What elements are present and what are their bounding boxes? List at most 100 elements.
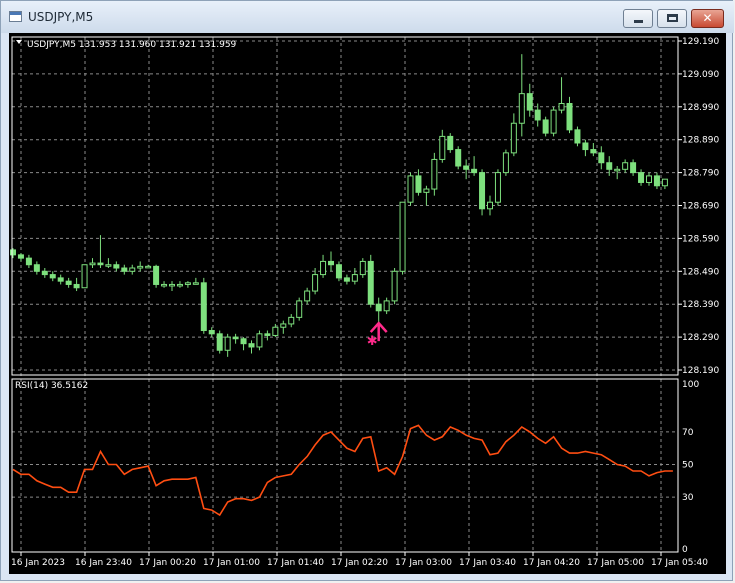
- signal-group: ✱: [367, 321, 388, 349]
- candle-body-bear: [653, 175, 660, 187]
- candle-body-bull: [280, 323, 287, 328]
- price-tick-label: 128.490: [682, 267, 719, 277]
- candle-body-bear: [638, 172, 645, 183]
- candle-body-bull: [256, 333, 263, 348]
- candle-body-bull: [423, 188, 430, 193]
- rsi-panel-info: RSI(14) 36.5162: [15, 381, 88, 391]
- signal-star-icon: ✱: [367, 334, 378, 349]
- candle-body-bull: [184, 282, 191, 285]
- candle-body-bear: [343, 277, 350, 282]
- candle-body-bear: [590, 149, 597, 154]
- candle-body-bull: [510, 122, 517, 154]
- candle-body-bear: [582, 142, 589, 151]
- candle-body-bear: [335, 264, 342, 279]
- time-tick-label: 17 Jan 01:40: [267, 558, 324, 568]
- candle-body-bear: [264, 333, 271, 336]
- candle-body-bear: [10, 249, 16, 256]
- rsi-line: [12, 424, 673, 517]
- candle-body-bull: [296, 300, 303, 318]
- rsi-tick-label: 0: [682, 545, 688, 555]
- candle-body-bear: [574, 129, 581, 144]
- candle-body-bear: [41, 270, 48, 276]
- candle-body-bull: [550, 109, 557, 134]
- time-tick-label: 17 Jan 02:20: [331, 558, 388, 568]
- candle-body-bear: [216, 333, 223, 351]
- candle-body-bear: [73, 283, 80, 289]
- grid-lines: [12, 37, 678, 552]
- price-tick-label: 129.090: [682, 70, 719, 80]
- candle-body-bear: [121, 267, 128, 272]
- candle-body-bull: [502, 152, 509, 174]
- price-tick-label: 128.290: [682, 333, 719, 343]
- minimize-button[interactable]: [623, 9, 653, 28]
- candle-body-bear: [542, 119, 549, 134]
- rsi-panel-frame: [11, 378, 679, 553]
- candle-body-bear: [447, 135, 454, 151]
- candle-body-bull: [137, 265, 144, 269]
- price-tick-label: 128.390: [682, 300, 719, 310]
- candle-body-bear: [566, 103, 573, 131]
- candle-body-bear: [208, 330, 215, 335]
- candle-body-bear: [455, 149, 462, 167]
- candle-body-bear: [598, 152, 605, 164]
- candle-body-bear: [375, 303, 382, 312]
- candle-body-bear: [630, 162, 637, 174]
- candle-body-bear: [17, 254, 24, 259]
- candle-body-bull: [439, 135, 446, 160]
- candle-body-bear: [49, 274, 56, 279]
- close-button[interactable]: ✕: [691, 9, 724, 28]
- rsi-group: [12, 424, 673, 517]
- price-tick-label: 128.590: [682, 234, 719, 244]
- candle-body-bull: [272, 326, 279, 336]
- candle-body-bull: [105, 264, 112, 267]
- candle-body-bull: [320, 260, 327, 276]
- price-tick-label: 128.690: [682, 202, 719, 212]
- price-panel-info: USDJPY,M5 131.953 131.960 131.921 131.95…: [27, 40, 237, 50]
- candle-body-bull: [558, 103, 565, 111]
- close-icon: ✕: [702, 11, 713, 25]
- candle-body-bear: [526, 93, 533, 111]
- candle-body-bull: [192, 282, 199, 285]
- candle-body-bear: [153, 265, 160, 285]
- panel-frames: [11, 36, 679, 553]
- rsi-tick-label: 100: [682, 380, 699, 390]
- maximize-button[interactable]: [657, 9, 687, 28]
- title-bar[interactable]: USDJPY,M5 ✕: [1, 1, 734, 33]
- time-tick-label: 17 Jan 00:20: [139, 558, 196, 568]
- candle-body-bear: [479, 172, 486, 210]
- candle-body-bear: [471, 168, 478, 174]
- candle-body-bull: [431, 158, 438, 190]
- time-tick-label: 17 Jan 03:00: [395, 558, 452, 568]
- price-tick-label: 128.990: [682, 103, 719, 113]
- time-tick-label: 17 Jan 05:40: [651, 558, 708, 568]
- candle-body-bull: [161, 283, 168, 287]
- candle-body-bull: [518, 93, 525, 124]
- chart-window: USDJPY,M5 ✕ ✱ 129.190 129.090 128.990 128.8…: [0, 0, 734, 581]
- chart-svg[interactable]: ✱ 129.190 129.090 128.990 128.890 128.790 128…: [9, 33, 726, 574]
- candle-body-bull: [288, 316, 295, 325]
- candle-body-bull: [494, 172, 501, 203]
- price-tick-label: 128.790: [682, 169, 719, 179]
- candle-body-bull: [81, 264, 88, 289]
- price-tick-label: 128.190: [682, 366, 719, 376]
- candle-body-bull: [399, 201, 406, 272]
- window-title: USDJPY,M5: [28, 10, 94, 24]
- candle-body-bull: [359, 260, 366, 276]
- candle-body-bull: [661, 178, 668, 187]
- candle-body-bear: [33, 264, 40, 272]
- candle-body-bull: [304, 290, 311, 302]
- candle-body-bear: [65, 280, 72, 285]
- chart-canvas[interactable]: ✱ 129.190 129.090 128.990 128.890 128.790 128…: [9, 33, 726, 574]
- price-tick-label: 129.190: [682, 37, 719, 47]
- candle-body-bear: [57, 277, 64, 282]
- candle-body-bull: [312, 274, 319, 292]
- candle-body-bear: [328, 260, 334, 266]
- maximize-icon: [667, 14, 678, 22]
- candle-body-bear: [367, 260, 374, 305]
- candle-body-bull: [383, 300, 390, 312]
- candle-body-bull: [391, 270, 398, 302]
- time-tick-label: 16 Jan 2023: [11, 558, 65, 568]
- candle-body-bull: [351, 274, 358, 282]
- candle-body-bull: [169, 283, 175, 287]
- rsi-tick-label: 70: [682, 428, 694, 438]
